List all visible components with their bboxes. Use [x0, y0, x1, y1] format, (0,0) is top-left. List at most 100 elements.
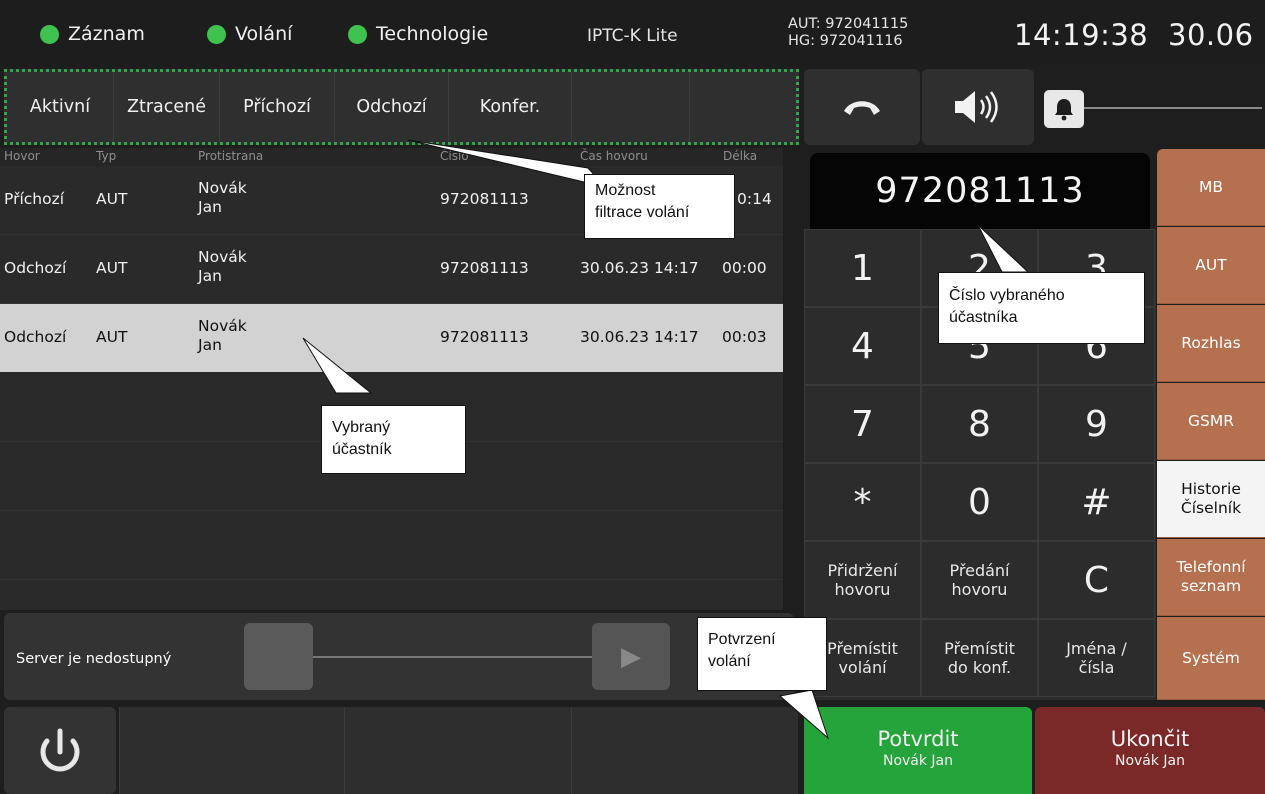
row-party: Novák Jan [198, 317, 247, 355]
side-menu-mb[interactable]: MB [1157, 149, 1265, 226]
move-to-conference-button[interactable]: Přemístit do konf. [921, 619, 1038, 697]
row-surname: Novák [198, 317, 247, 335]
playback-slider-track[interactable] [313, 656, 593, 658]
tab-aktivni[interactable]: Aktivní [7, 72, 114, 142]
playback-slider-handle[interactable] [244, 623, 313, 690]
label-line: Přidržení [827, 561, 898, 580]
hold-call-label: Přidržení hovoru [828, 561, 898, 599]
callout-line: Číslo vybraného [949, 287, 1065, 304]
row-type: AUT [96, 259, 128, 277]
quick-slot-2[interactable] [344, 707, 571, 794]
indicator-technologie: Technologie [348, 23, 488, 45]
side-menu-gsmr[interactable]: GSMR [1157, 383, 1265, 460]
side-menu-label: Telefonní seznam [1176, 558, 1245, 596]
clock-date: 30.06 [1168, 18, 1254, 52]
callout-selected: Vybraný účastník [321, 405, 466, 474]
confirm-label: Potvrdit [877, 727, 959, 751]
clear-button[interactable]: C [1038, 541, 1155, 619]
col-delka: Délka [723, 149, 758, 163]
tab-empty-1[interactable] [572, 72, 690, 142]
side-menu-rozhlas[interactable]: Rozhlas [1157, 305, 1265, 382]
aut-id: AUT: 972041115 [788, 16, 909, 32]
row-divider [0, 510, 783, 511]
row-type: AUT [96, 190, 128, 208]
key-star[interactable]: * [804, 463, 921, 541]
clock-time: 14:19:38 [1014, 18, 1149, 52]
col-cislo: Číslo [440, 149, 469, 163]
callout-line: účastník [332, 441, 392, 458]
side-menu-telefonni-seznam[interactable]: Telefonní seznam [1157, 539, 1265, 616]
speaker-button[interactable] [922, 69, 1034, 145]
callout-number: Číslo vybraného účastníka [938, 272, 1145, 344]
table-row-selected[interactable]: Odchozí AUT Novák Jan 972081113 30.06.23 … [0, 304, 783, 372]
system-name: IPTC-K Lite [587, 26, 678, 46]
key-0[interactable]: 0 [921, 463, 1038, 541]
table-row[interactable]: Odchozí AUT Novák Jan 972081113 30.06.23 … [0, 235, 783, 303]
play-icon: ▶ [621, 641, 641, 672]
row-number: 972081113 [440, 328, 529, 346]
side-menu-label: Historie Číselník [1181, 480, 1241, 518]
row-time: 30.06.23 14:17 [580, 259, 699, 277]
side-menu-system[interactable]: Systém [1157, 617, 1265, 700]
row-number: 972081113 [440, 259, 529, 277]
row-surname: Novák [198, 179, 247, 197]
label-line: Historie [1181, 480, 1241, 498]
handset-button[interactable] [804, 69, 920, 145]
label-line: do konf. [947, 658, 1012, 677]
play-button[interactable]: ▶ [592, 623, 670, 690]
status-dot-icon [40, 24, 59, 44]
power-button[interactable] [4, 707, 116, 794]
transfer-call-button[interactable]: Předání hovoru [921, 541, 1038, 619]
row-firstname: Jan [198, 198, 222, 216]
callout-line: Vybraný [332, 419, 391, 436]
move-call-label: Přemístit volání [827, 639, 898, 677]
row-direction: Příchozí [4, 190, 65, 208]
callout-line: filtrace volání [595, 204, 690, 221]
row-direction: Odchozí [4, 259, 67, 277]
ringer-volume-handle[interactable] [1044, 90, 1084, 128]
row-duration: 00:00 [722, 259, 767, 277]
names-numbers-button[interactable]: Jména / čísla [1038, 619, 1155, 697]
confirm-call-button[interactable]: Potvrdit Novák Jan [804, 707, 1032, 794]
quick-slot-1[interactable] [119, 707, 344, 794]
callout-filter: Možnost filtrace volání [584, 174, 735, 239]
col-protistrana: Protistrana [198, 149, 264, 163]
hold-call-button[interactable]: Přidržení hovoru [804, 541, 921, 619]
row-direction: Odchozí [4, 328, 67, 346]
row-time: 30.06.23 14:17 [580, 328, 699, 346]
callout-line: Potvrzení [708, 631, 776, 648]
label-line: Přemístit [944, 639, 1015, 658]
row-number: 972081113 [440, 190, 529, 208]
key-hash[interactable]: # [1038, 463, 1155, 541]
end-call-label: Ukončit [1110, 727, 1190, 751]
row-divider [0, 579, 783, 580]
tab-prichozi[interactable]: Příchozí [220, 72, 335, 142]
row-party: Novák Jan [198, 248, 247, 286]
indicator-label: Záznam [68, 23, 145, 45]
side-menu-historie[interactable]: Historie Číselník [1157, 461, 1265, 538]
tab-empty-2[interactable] [690, 72, 796, 142]
key-4[interactable]: 4 [804, 307, 921, 385]
key-9[interactable]: 9 [1038, 385, 1155, 463]
hg-id: HG: 972041116 [788, 33, 903, 49]
quick-slot-3[interactable] [571, 707, 798, 794]
side-menu-aut[interactable]: AUT [1157, 227, 1265, 304]
key-8[interactable]: 8 [921, 385, 1038, 463]
ringer-volume-slider[interactable] [1084, 107, 1262, 109]
confirm-party: Novák Jan [882, 753, 954, 769]
tab-odchozi[interactable]: Odchozí [335, 72, 449, 142]
move-to-conference-label: Přemístit do konf. [944, 639, 1015, 677]
row-divider [0, 303, 783, 304]
callout-line: volání [708, 653, 751, 670]
row-surname: Novák [198, 248, 247, 266]
key-1[interactable]: 1 [804, 229, 921, 307]
key-7[interactable]: 7 [804, 385, 921, 463]
tab-ztracene[interactable]: Ztracené [114, 72, 220, 142]
label-line: Předání [949, 561, 1010, 580]
label-line: volání [838, 658, 887, 677]
indicator-volani: Volání [207, 23, 292, 45]
status-bar: Záznam Volání Technologie IPTC-K Lite AU… [0, 0, 1265, 66]
tab-konfer[interactable]: Konfer. [449, 72, 572, 142]
end-call-button[interactable]: Ukončit Novák Jan [1035, 707, 1265, 794]
label-line: hovoru [834, 580, 891, 599]
